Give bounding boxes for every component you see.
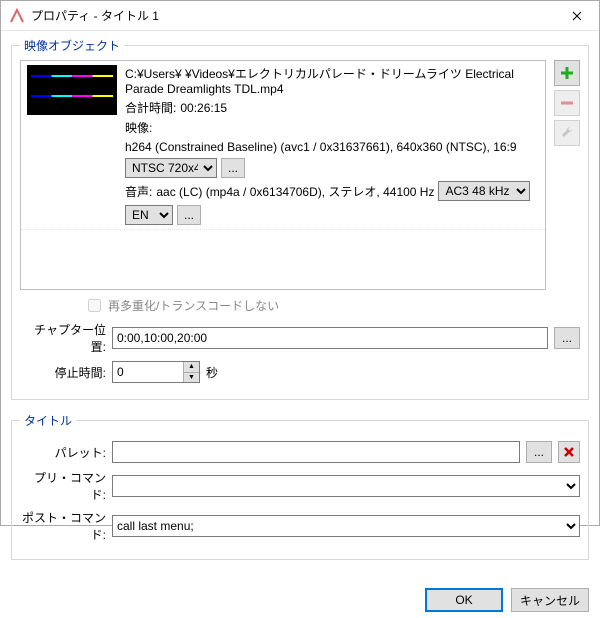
x-icon — [563, 446, 575, 458]
duration-value: 00:26:15 — [180, 101, 227, 115]
cancel-button[interactable]: キャンセル — [511, 588, 589, 612]
video-thumbnail — [27, 65, 117, 115]
minus-icon — [559, 95, 575, 111]
remux-label: 再多重化/トランスコードしない — [108, 297, 279, 314]
pre-command-select[interactable] — [112, 475, 580, 497]
pause-spinner[interactable]: ▲ ▼ — [112, 361, 200, 383]
post-command-select[interactable]: call last menu; — [112, 515, 580, 537]
post-command-label: ポスト・コマンド: — [20, 509, 106, 543]
remove-video-button[interactable] — [554, 90, 580, 116]
titlebar: プロパティ - タイトル 1 — [1, 1, 599, 31]
video-props-button[interactable]: ... — [221, 158, 245, 178]
wrench-icon — [559, 125, 575, 141]
duration-label: 合計時間: — [125, 99, 176, 116]
audio-props-button[interactable]: ... — [177, 205, 201, 225]
palette-input[interactable] — [112, 441, 520, 463]
window-title: プロパティ - タイトル 1 — [31, 7, 554, 24]
video-item[interactable]: C:¥Users¥ ¥Videos¥エレクトリカルパレード・ドリームライツ El… — [21, 61, 545, 230]
app-icon — [9, 8, 25, 24]
audio-codec-label: 音声: — [125, 183, 152, 200]
video-path: C:¥Users¥ ¥Videos¥エレクトリカルパレード・ドリームライツ El… — [125, 65, 539, 96]
close-icon — [572, 11, 582, 21]
video-objects-group: 映像オブジェクト C:¥Users¥ ¥Videos¥エレクトリカルパレード・ド… — [11, 37, 589, 400]
remux-option: 再多重化/トランスコードしない — [84, 296, 580, 315]
plus-icon — [559, 65, 575, 81]
pause-label: 停止時間: — [20, 364, 106, 381]
dialog-buttons: OK キャンセル — [1, 582, 599, 618]
spin-down[interactable]: ▼ — [183, 372, 199, 382]
video-codec: h264 (Constrained Baseline) (avc1 / 0x31… — [125, 140, 517, 154]
chapter-browse-button[interactable]: ... — [554, 327, 580, 349]
title-legend: タイトル — [20, 412, 76, 429]
ok-button[interactable]: OK — [425, 588, 503, 612]
audio-lang-select[interactable]: EN — [125, 205, 173, 225]
video-objects-legend: 映像オブジェクト — [20, 37, 124, 54]
palette-delete-button[interactable] — [558, 441, 580, 463]
palette-browse-button[interactable]: ... — [526, 441, 552, 463]
remux-checkbox[interactable] — [88, 299, 101, 312]
pause-unit: 秒 — [206, 364, 218, 381]
audio-format-select[interactable]: AC3 48 kHz — [438, 181, 530, 201]
video-settings-button[interactable] — [554, 120, 580, 146]
spin-up[interactable]: ▲ — [183, 362, 199, 372]
chapter-input[interactable] — [112, 327, 548, 349]
chapter-label: チャプター位置: — [20, 321, 106, 355]
pause-input[interactable] — [113, 362, 183, 382]
video-codec-label: 映像: — [125, 119, 152, 136]
video-format-select[interactable]: NTSC 720x480 — [125, 158, 217, 178]
close-button[interactable] — [554, 1, 599, 30]
title-group: タイトル パレット: ... プリ・コマンド: ポスト・コマンド: call l… — [11, 412, 589, 560]
audio-codec: aac (LC) (mp4a / 0x6134706D), ステレオ, 4410… — [156, 183, 434, 200]
video-objects-list[interactable]: C:¥Users¥ ¥Videos¥エレクトリカルパレード・ドリームライツ El… — [20, 60, 546, 290]
palette-label: パレット: — [20, 444, 106, 461]
add-video-button[interactable] — [554, 60, 580, 86]
pre-command-label: プリ・コマンド: — [20, 469, 106, 503]
